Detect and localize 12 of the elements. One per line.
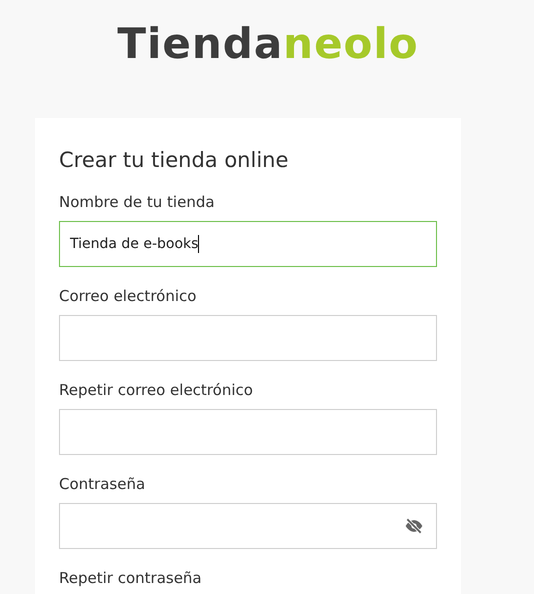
input-field[interactable] [59, 315, 437, 361]
field-label: Repetir contraseña [59, 568, 202, 588]
field-label: Correo electrónico [59, 286, 196, 306]
form-title: Crear tu tienda online [59, 147, 290, 174]
field-label: Repetir correo electrónico [59, 380, 253, 400]
input-field[interactable] [59, 409, 437, 455]
password-field[interactable] [59, 503, 437, 549]
eye-slash-icon[interactable] [404, 516, 424, 536]
logo: Tiendaneolo [117, 22, 419, 66]
input-field[interactable]: Tienda de e-books [59, 221, 437, 267]
field-label: Nombre de tu tienda [59, 192, 215, 212]
field-label: Contraseña [59, 474, 146, 494]
